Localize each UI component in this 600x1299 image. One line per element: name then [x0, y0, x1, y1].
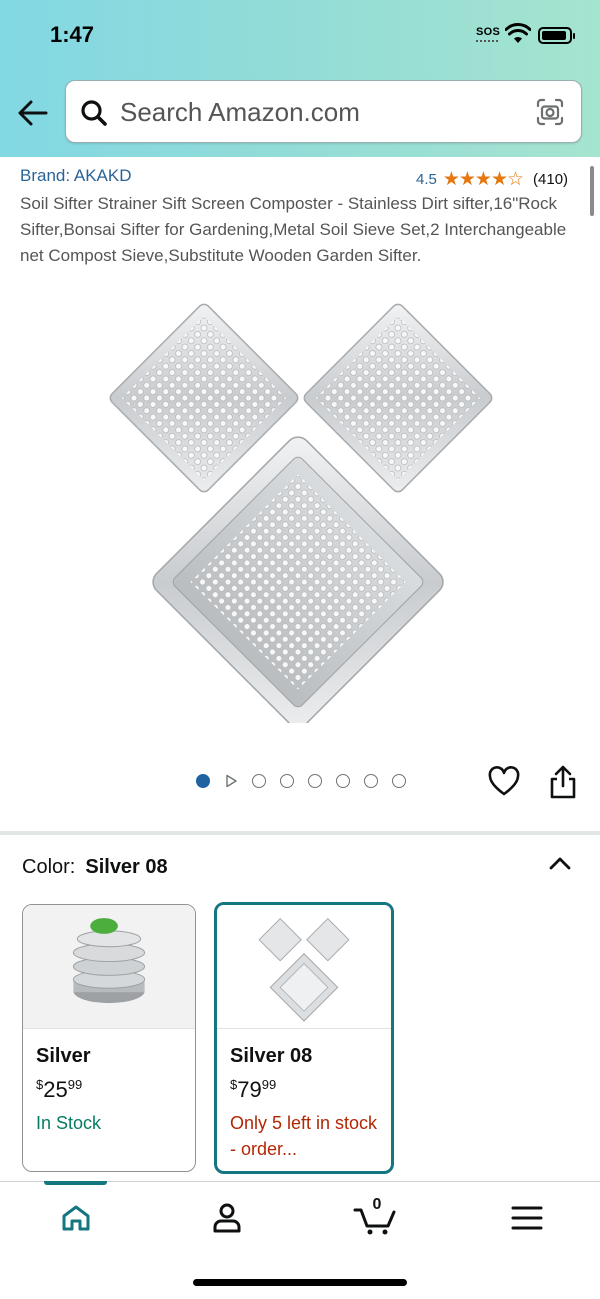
color-label: Color: Silver 08: [22, 856, 168, 879]
color-option-silver-08[interactable]: Silver 08 $7999 Only 5 left in stock - o…: [214, 902, 394, 1174]
carousel-dot[interactable]: [196, 774, 210, 788]
home-indicator: [193, 1279, 407, 1286]
selected-color: Silver 08: [85, 856, 168, 878]
sos-dots: [476, 40, 498, 43]
price-whole: 79: [237, 1077, 262, 1102]
section-divider: [0, 831, 600, 835]
carousel-dot[interactable]: [280, 774, 294, 788]
price-whole: 25: [43, 1077, 68, 1102]
availability-status: In Stock: [36, 1113, 102, 1133]
scroll-indicator: [590, 166, 594, 216]
chevron-up-icon[interactable]: [548, 852, 572, 876]
search-bar[interactable]: [65, 80, 582, 143]
carousel-dot[interactable]: [392, 774, 406, 788]
swatch-image: [23, 905, 195, 1029]
search-input[interactable]: [120, 93, 520, 131]
availability-status: Only 5 left in stock - order...: [230, 1113, 378, 1159]
swatch-image: [217, 905, 391, 1029]
color-label-text: Color:: [22, 856, 76, 878]
rating-summary[interactable]: 4.5 ★★★★☆ (410): [416, 168, 568, 191]
menu-icon[interactable]: [507, 1198, 547, 1238]
carousel-dot[interactable]: [336, 774, 350, 788]
option-name: Silver: [36, 1045, 91, 1067]
color-option-silver[interactable]: Silver $2599 In Stock: [22, 904, 196, 1172]
sos-indicator: SOS: [476, 26, 501, 38]
wifi-icon: [505, 23, 531, 43]
price-fraction: 99: [261, 1077, 277, 1092]
carousel-dot[interactable]: [252, 774, 266, 788]
carousel-dot[interactable]: [364, 774, 378, 788]
cart-count: 0: [372, 1196, 382, 1213]
product-image[interactable]: [100, 298, 500, 723]
review-count: (410): [533, 171, 569, 188]
nav-active-indicator: [44, 1181, 107, 1185]
price-fraction: 99: [67, 1077, 83, 1092]
profile-icon[interactable]: [207, 1198, 247, 1238]
camera-scan-icon[interactable]: [535, 97, 565, 127]
search-icon: [81, 100, 107, 126]
image-carousel-indicator: [196, 774, 406, 788]
app-header: 1:47 SOS: [0, 0, 600, 157]
back-arrow-icon[interactable]: [16, 96, 50, 130]
option-name: Silver 08: [230, 1045, 313, 1067]
home-icon[interactable]: [56, 1198, 96, 1238]
battery-icon: [538, 27, 575, 44]
option-price: $7999: [230, 1077, 276, 1103]
rating-value: 4.5: [416, 171, 437, 188]
video-play-icon[interactable]: [224, 774, 238, 788]
product-title: Soil Sifter Strainer Sift Screen Compost…: [20, 194, 567, 265]
share-icon[interactable]: [548, 764, 578, 800]
status-time: 1:47: [50, 22, 95, 47]
brand-link[interactable]: Brand: AKAKD: [20, 166, 132, 186]
star-rating-icon: ★★★★☆: [442, 169, 524, 190]
carousel-dot[interactable]: [308, 774, 322, 788]
heart-icon[interactable]: [488, 766, 520, 798]
option-price: $2599: [36, 1077, 82, 1103]
